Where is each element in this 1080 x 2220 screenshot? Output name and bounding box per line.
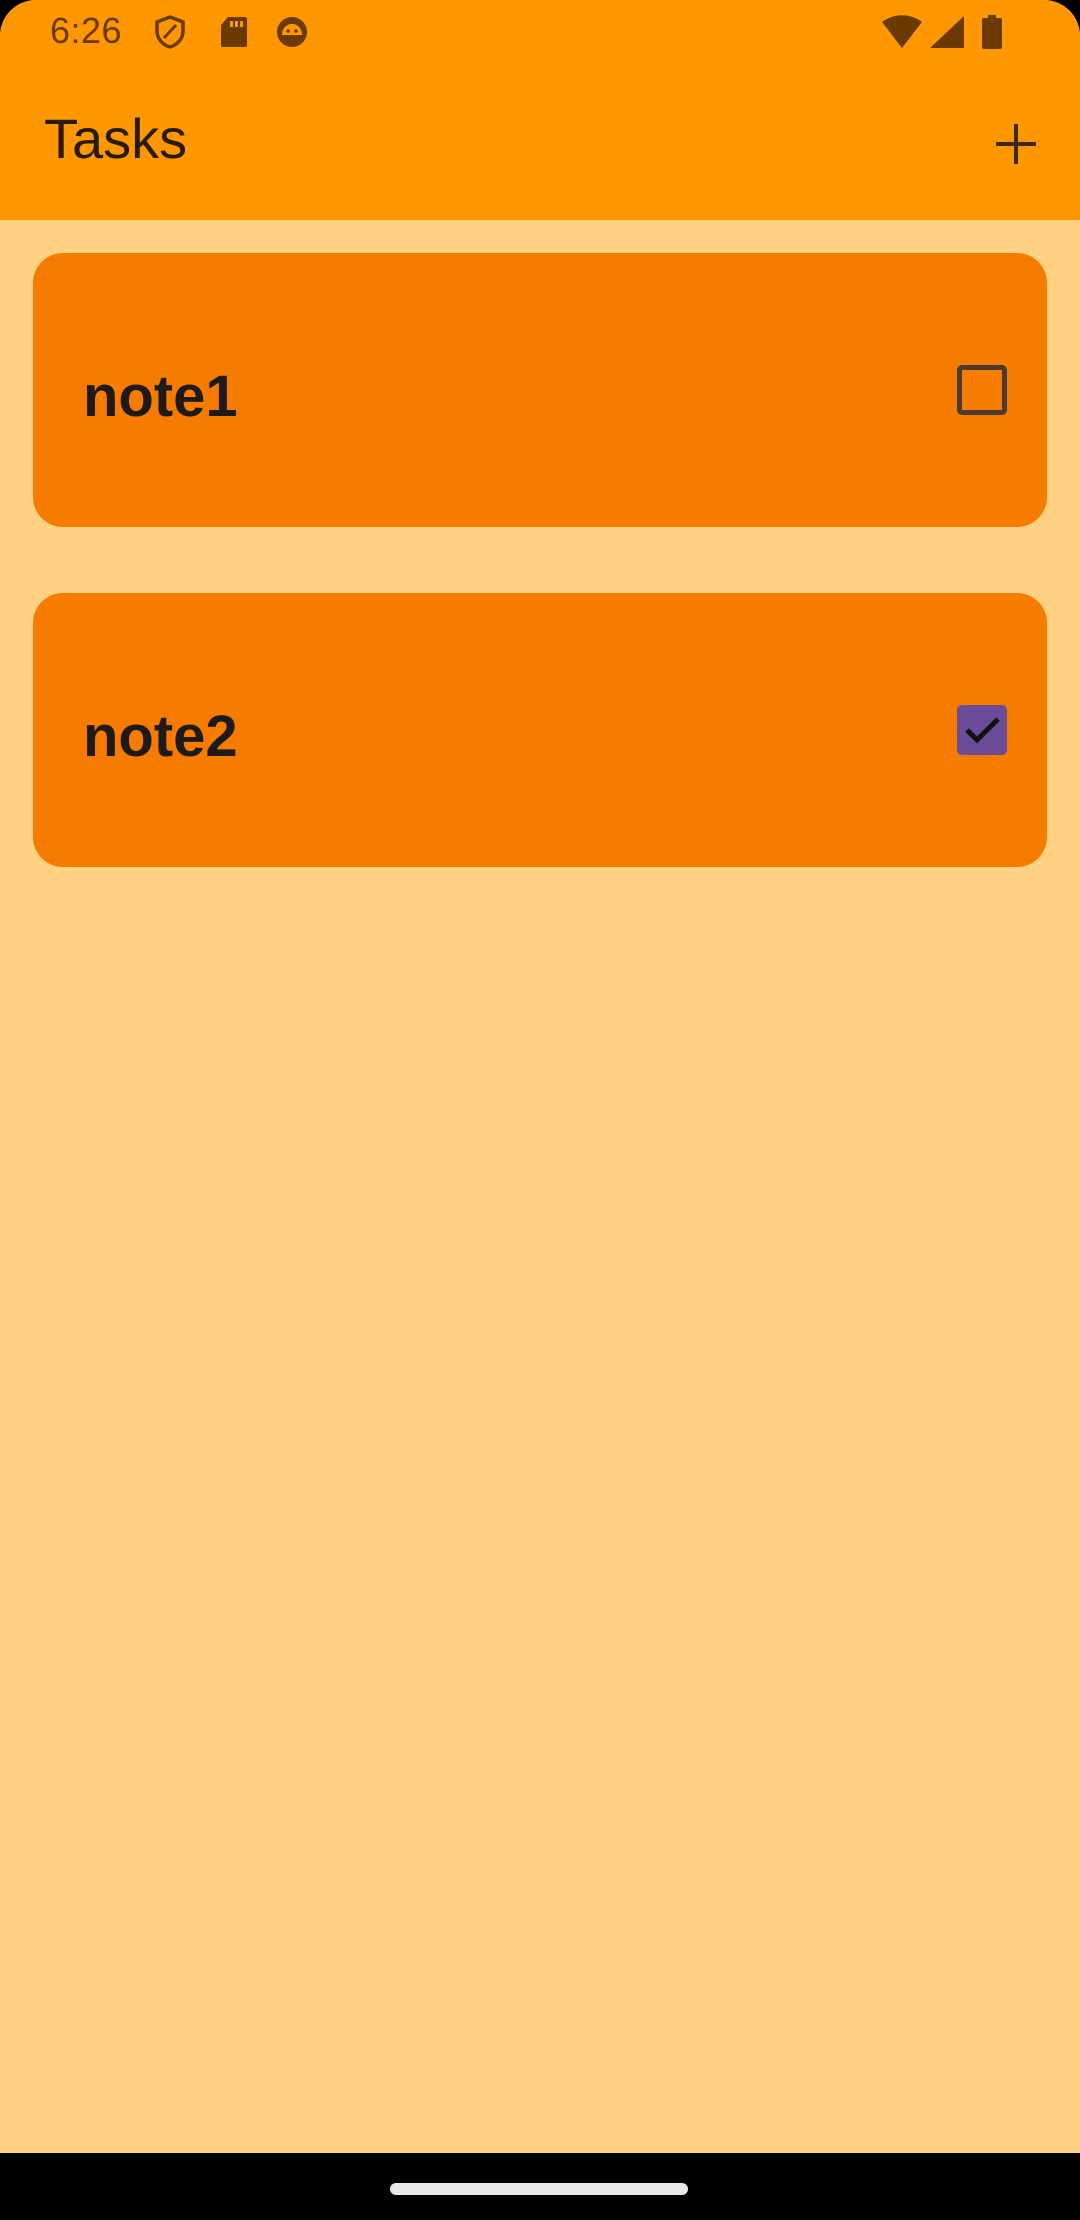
cellular-signal-icon [928,14,966,50]
android-face-icon [274,14,310,50]
task-list: note1 note2 [33,253,1047,933]
task-title: note2 [83,704,238,769]
app-bar: Tasks [0,66,1080,220]
shield-icon [152,14,188,50]
plus-icon [996,124,1036,164]
task-card-note1[interactable]: note1 [33,253,1047,527]
wifi-icon [880,14,924,50]
home-gesture-handle[interactable] [390,2183,688,2195]
task-checkbox-unchecked[interactable] [957,365,1007,415]
status-bar: 6:26 [0,0,1080,66]
screen: 6:26 Tasks note1 note2 [0,0,1080,2220]
navigation-bar [0,2153,1080,2220]
checkmark-icon [965,717,1000,744]
battery-icon [980,14,1004,50]
sd-card-icon [216,14,252,50]
page-title: Tasks [44,107,188,170]
status-time: 6:26 [50,10,123,51]
task-checkbox-checked[interactable] [957,705,1007,755]
task-card-note2[interactable]: note2 [33,593,1047,867]
task-title: note1 [83,364,238,429]
add-task-button[interactable] [982,110,1050,178]
